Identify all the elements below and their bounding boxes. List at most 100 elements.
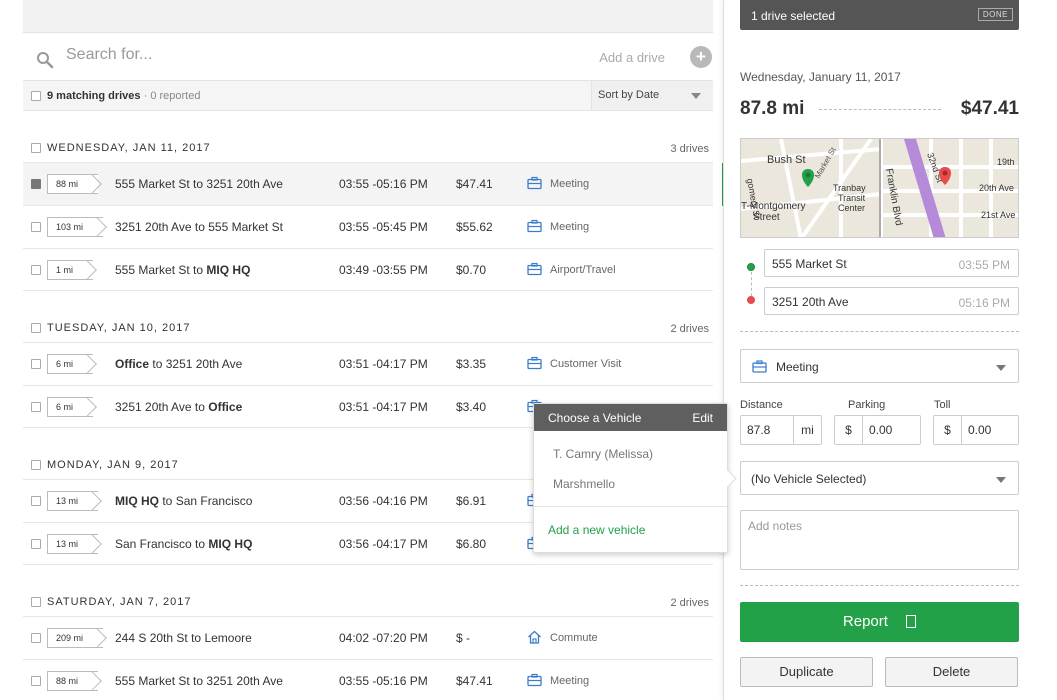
search-bar: Add a drive + bbox=[23, 33, 713, 81]
end-address: 3251 20th Ave bbox=[772, 295, 849, 309]
group-drive-count: 3 drives bbox=[670, 143, 709, 155]
map-label: Tranbay bbox=[833, 183, 866, 193]
drive-row[interactable]: 209 mi 244 S 20th St to Lemoore 04:02 -07:… bbox=[23, 616, 713, 659]
drive-row[interactable]: 103 mi 3251 20th Ave to 555 Market St 03:5… bbox=[23, 205, 713, 248]
row-checkbox[interactable] bbox=[31, 359, 41, 369]
parking-field[interactable]: $ 0.00 bbox=[834, 415, 921, 445]
mileage-tag: 13 mi bbox=[47, 534, 99, 554]
row-checkbox[interactable] bbox=[31, 402, 41, 412]
row-checkbox[interactable] bbox=[31, 265, 41, 275]
distance-input[interactable]: 87.8 bbox=[741, 416, 793, 444]
drive-time: 03:56 -04:16 PM bbox=[339, 494, 428, 508]
end-time: 05:16 PM bbox=[958, 296, 1010, 310]
map-label: Street bbox=[753, 212, 780, 223]
mileage-tag: 6 mi bbox=[47, 397, 94, 417]
row-checkbox[interactable] bbox=[31, 222, 41, 232]
divider bbox=[740, 585, 1019, 586]
drive-amount: $6.80 bbox=[456, 537, 487, 551]
drive-purpose[interactable]: Customer Visit bbox=[550, 358, 621, 370]
drive-purpose[interactable]: Meeting bbox=[550, 221, 589, 233]
drive-purpose[interactable]: Commute bbox=[550, 632, 598, 644]
briefcase-icon bbox=[527, 176, 542, 190]
row-checkbox[interactable] bbox=[31, 496, 41, 506]
route-text: 555 Market St to 3251 20th Ave bbox=[115, 674, 283, 688]
drive-date: Wednesday, January 11, 2017 bbox=[740, 70, 901, 84]
distance-unit: mi bbox=[793, 416, 821, 444]
briefcase-icon bbox=[527, 262, 542, 276]
group-checkbox[interactable] bbox=[31, 460, 41, 470]
drive-row[interactable]: 1 mi 555 Market St to MIQ HQ 03:49 -03:55 … bbox=[23, 248, 713, 291]
drive-purpose[interactable]: Meeting bbox=[550, 178, 589, 190]
drive-amount: $47.41 bbox=[456, 674, 493, 688]
drive-amount: $0.70 bbox=[456, 263, 487, 277]
drive-amount: $47.41 bbox=[960, 98, 1019, 119]
duplicate-button[interactable]: Duplicate bbox=[740, 657, 873, 687]
row-checkbox[interactable] bbox=[31, 539, 41, 549]
route-text: 3251 20th Ave to Office bbox=[115, 400, 242, 414]
report-button[interactable]: Report bbox=[740, 602, 1019, 642]
route-text: 555 Market St to 3251 20th Ave bbox=[115, 177, 283, 191]
route-map[interactable]: Bush St gomery St Market St Tranbay Tran… bbox=[740, 138, 1019, 238]
map-label: 20th Ave bbox=[979, 183, 1014, 193]
start-address: 555 Market St bbox=[772, 257, 847, 271]
drive-time: 04:02 -07:20 PM bbox=[339, 631, 428, 645]
drive-amount: $3.40 bbox=[456, 400, 487, 414]
row-checkbox[interactable] bbox=[31, 179, 41, 189]
route-connector-word: to bbox=[193, 263, 204, 277]
mileage-tag: 88 mi bbox=[47, 174, 99, 194]
group-checkbox[interactable] bbox=[31, 323, 41, 333]
home-icon bbox=[528, 630, 541, 644]
group-checkbox[interactable] bbox=[31, 597, 41, 607]
vehicle-select[interactable]: (No Vehicle Selected) bbox=[740, 461, 1019, 495]
popup-title: Choose a Vehicle bbox=[548, 411, 642, 425]
vehicle-option[interactable]: Marshmello bbox=[553, 477, 615, 491]
select-all-checkbox[interactable] bbox=[31, 91, 41, 101]
drive-purpose[interactable]: Airport/Travel bbox=[550, 264, 616, 276]
done-button[interactable]: DONE bbox=[977, 8, 1013, 21]
route-to: 3251 20th Ave bbox=[165, 357, 243, 371]
parking-input[interactable]: 0.00 bbox=[863, 416, 920, 444]
mileage-tag: 209 mi bbox=[47, 628, 104, 648]
group-date: TUESDAY, JAN 10, 2017 bbox=[47, 322, 191, 334]
route-to: MIQ HQ bbox=[206, 263, 251, 277]
route-from: MIQ HQ bbox=[115, 494, 159, 508]
drive-row[interactable]: 88 mi 555 Market St to 3251 20th Ave 03:55… bbox=[23, 659, 713, 700]
add-drive-link[interactable]: Add a drive bbox=[599, 50, 665, 65]
delete-button[interactable]: Delete bbox=[885, 657, 1018, 687]
vehicle-option[interactable]: T. Camry (Melissa) bbox=[553, 447, 653, 461]
drive-amount: $55.62 bbox=[456, 220, 493, 234]
toll-field[interactable]: $ 0.00 bbox=[933, 415, 1019, 445]
add-drive-button[interactable]: + bbox=[690, 46, 712, 68]
distance-label: Distance bbox=[740, 399, 783, 411]
chevron-down-icon bbox=[996, 365, 1006, 371]
edit-vehicles-link[interactable]: Edit bbox=[692, 411, 713, 425]
distance-field[interactable]: 87.8 mi bbox=[740, 415, 822, 445]
route-to: 3251 20th Ave bbox=[206, 177, 283, 191]
briefcase-icon bbox=[527, 673, 542, 687]
map-label: Transit bbox=[838, 193, 866, 203]
purpose-select[interactable]: Meeting bbox=[740, 349, 1019, 383]
search-input[interactable] bbox=[66, 46, 516, 64]
add-vehicle-link[interactable]: Add a new vehicle bbox=[548, 523, 645, 537]
drive-row[interactable]: 6 mi Office to 3251 20th Ave 03:51 -04:17 … bbox=[23, 342, 713, 385]
end-location-field[interactable]: 3251 20th Ave 05:16 PM bbox=[764, 287, 1019, 315]
parking-label: Parking bbox=[848, 399, 886, 411]
selection-bar: 1 drive selected DONE bbox=[740, 0, 1019, 30]
start-location-field[interactable]: 555 Market St 03:55 PM bbox=[764, 249, 1019, 277]
mileage-tag: 88 mi bbox=[47, 671, 99, 691]
toll-input[interactable]: 0.00 bbox=[962, 416, 1018, 444]
drive-distance: 87.8 mi bbox=[740, 98, 805, 119]
map-label: T-Montgomery bbox=[741, 201, 805, 212]
drive-amount: $6.91 bbox=[456, 494, 487, 508]
drive-amount: $ - bbox=[456, 631, 471, 645]
drive-purpose[interactable]: Meeting bbox=[550, 675, 589, 687]
sort-dropdown[interactable]: Sort by Date bbox=[591, 81, 713, 110]
route-from: 555 Market St bbox=[115, 177, 190, 191]
row-checkbox[interactable] bbox=[31, 633, 41, 643]
row-checkbox[interactable] bbox=[31, 676, 41, 686]
group-date: MONDAY, JAN 9, 2017 bbox=[47, 459, 179, 471]
filter-bar: 9 matching drives · 0 reported Sort by D… bbox=[23, 81, 713, 111]
drive-row[interactable]: 88 mi 555 Market St to 3251 20th Ave 03:55… bbox=[23, 162, 725, 206]
group-checkbox[interactable] bbox=[31, 143, 41, 153]
notes-textarea[interactable]: Add notes bbox=[740, 510, 1019, 570]
